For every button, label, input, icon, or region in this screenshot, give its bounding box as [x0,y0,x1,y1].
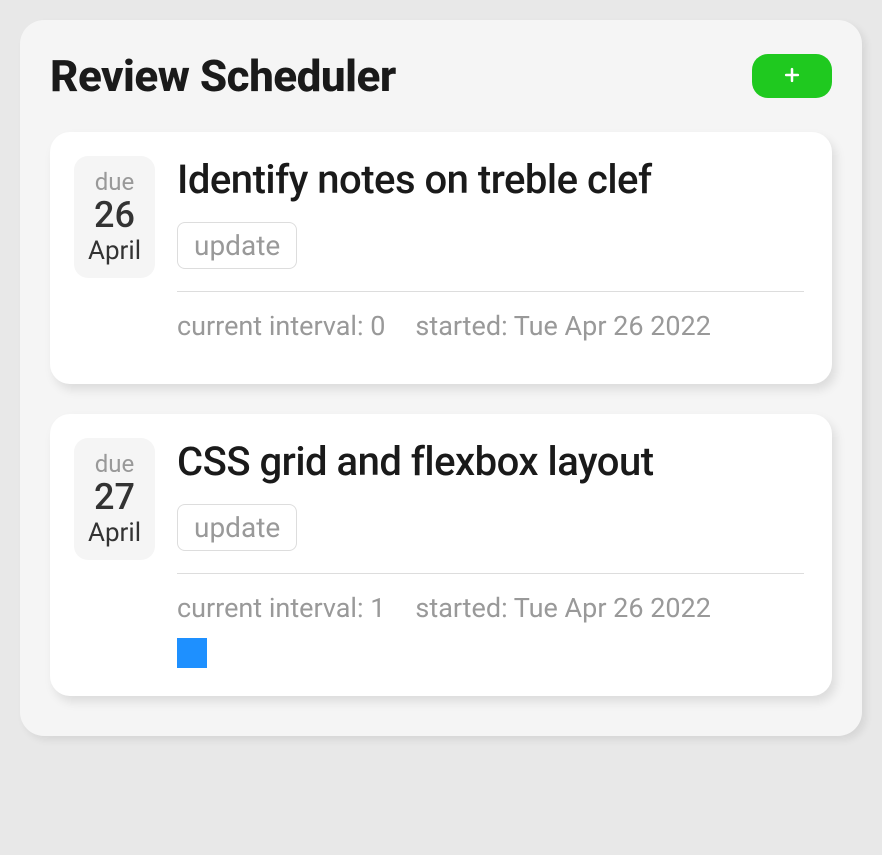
page-title: Review Scheduler [50,50,396,102]
progress-row [177,638,804,668]
plus-icon [782,65,802,88]
update-button[interactable]: update [177,222,297,269]
meta-row: current interval: 0 started: Tue Apr 26 … [177,310,804,342]
divider [177,291,804,292]
header: Review Scheduler [50,50,832,102]
due-day: 26 [88,196,141,236]
card-body: CSS grid and flexbox layout update curre… [177,438,804,668]
due-date-badge: due 27 April [74,438,155,560]
scheduler-panel: Review Scheduler due 26 April Identify n… [20,20,862,736]
card-title: CSS grid and flexbox layout [177,438,804,486]
card-body: Identify notes on treble clef update cur… [177,156,804,356]
interval-info: current interval: 1 [177,592,385,624]
due-day: 27 [88,478,141,518]
due-label: due [88,168,141,196]
due-month: April [88,518,141,548]
progress-block [177,638,207,668]
started-info: started: Tue Apr 26 2022 [415,592,710,624]
interval-info: current interval: 0 [177,310,385,342]
due-month: April [88,236,141,266]
divider [177,573,804,574]
card-title: Identify notes on treble clef [177,156,804,204]
add-button[interactable] [752,54,832,98]
review-card: due 27 April CSS grid and flexbox layout… [50,414,832,696]
meta-row: current interval: 1 started: Tue Apr 26 … [177,592,804,624]
due-date-badge: due 26 April [74,156,155,278]
due-label: due [88,450,141,478]
update-button[interactable]: update [177,504,297,551]
review-card: due 26 April Identify notes on treble cl… [50,132,832,384]
started-info: started: Tue Apr 26 2022 [415,310,710,342]
